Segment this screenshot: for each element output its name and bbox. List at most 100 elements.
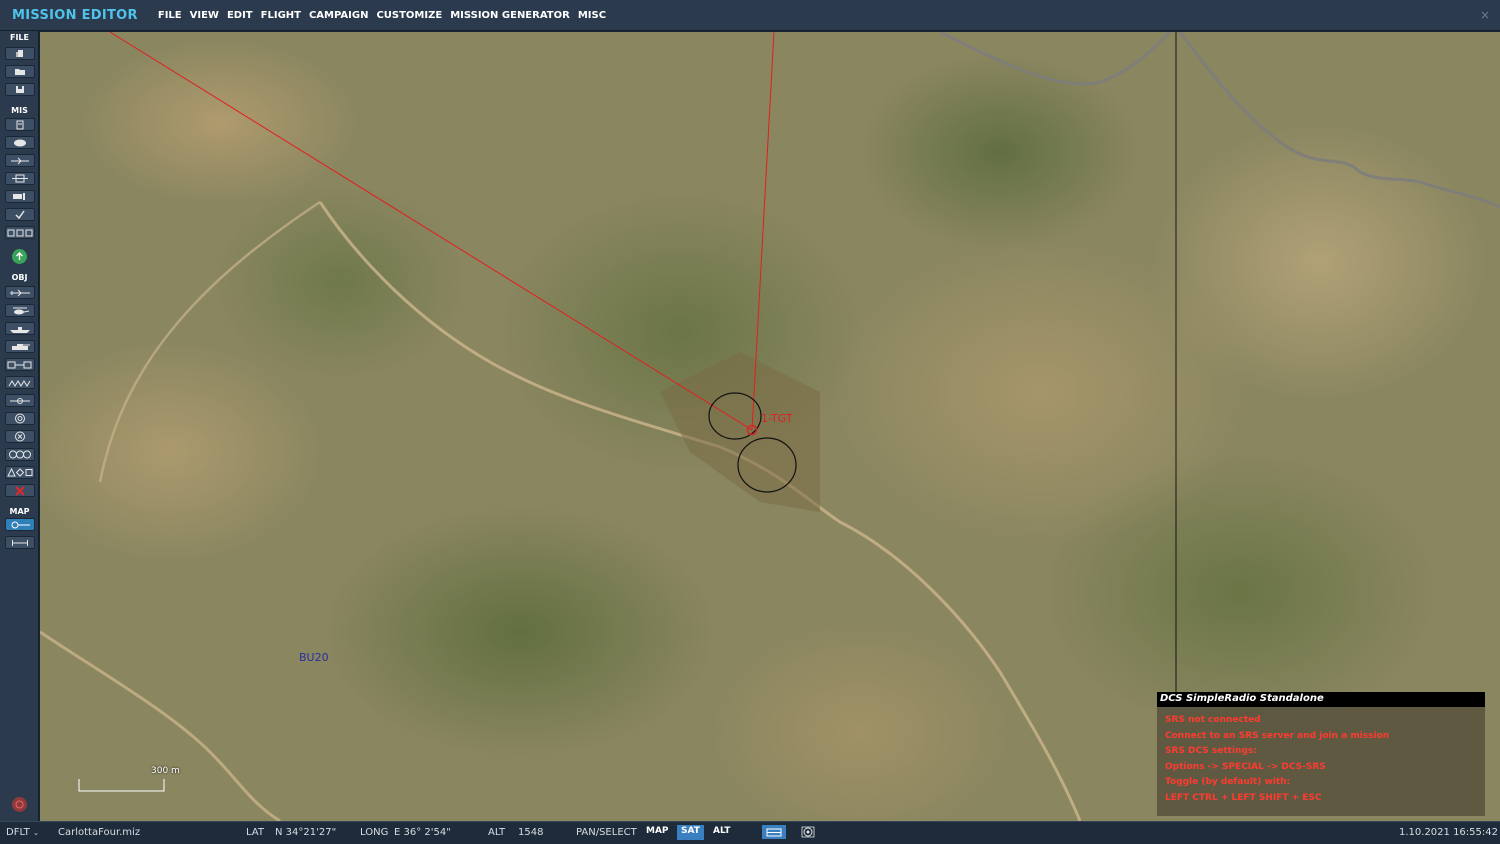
add-vehicle-button[interactable] <box>5 340 35 353</box>
menu-flight[interactable]: FLIGHT <box>261 10 301 21</box>
exit-editor-button[interactable] <box>12 797 27 812</box>
menu-misc[interactable]: MISC <box>578 10 606 21</box>
template-icon <box>7 468 33 477</box>
group-icon <box>9 450 31 459</box>
map-filter-button[interactable] <box>762 825 786 839</box>
map-filter-icon <box>766 828 782 836</box>
left-toolbar: FILE MIS OBJ MAP <box>0 31 39 821</box>
goals-icon <box>13 193 25 200</box>
scale-label: 300 m <box>151 766 180 776</box>
add-ship-button[interactable] <box>5 322 35 335</box>
section-label-map: MAP <box>9 507 30 516</box>
srs-line: SRS not connected <box>1165 715 1261 725</box>
road <box>40 630 281 821</box>
map-options-button[interactable] <box>5 518 35 531</box>
delete-icon <box>15 485 25 496</box>
menu-campaign[interactable]: CAMPAIGN <box>309 10 368 21</box>
save-mission-button[interactable] <box>5 83 35 96</box>
section-label-file: FILE <box>9 33 29 42</box>
save-mission-icon <box>16 86 24 93</box>
menu-edit[interactable]: EDIT <box>227 10 253 21</box>
weather-button[interactable] <box>5 136 35 149</box>
trigger-icon <box>12 174 28 183</box>
long-label: LONG <box>360 827 389 838</box>
flight-button[interactable] <box>5 154 35 167</box>
scale-bar <box>78 779 165 792</box>
map-layer-sat-button[interactable]: SAT <box>677 825 704 840</box>
close-icon[interactable]: × <box>1480 8 1490 22</box>
briefing-icon <box>16 120 24 129</box>
srs-line: LEFT CTRL + LEFT SHIFT + ESC <box>1165 792 1322 803</box>
open-mission-button[interactable] <box>5 65 35 78</box>
navpoint-icon <box>10 397 30 404</box>
resources-icon <box>7 229 33 236</box>
srs-line: SRS DCS settings: <box>1165 746 1257 757</box>
ruler-icon <box>12 539 28 546</box>
arrow-up-icon <box>16 252 23 260</box>
srs-line: Options -> SPECIAL -> DCS-SRS <box>1165 761 1326 772</box>
add-group-button[interactable] <box>5 448 35 461</box>
map-layer-map-button[interactable]: MAP <box>642 825 673 840</box>
long-value: E 36° 2'54" <box>394 827 451 838</box>
delete-zone-button[interactable] <box>5 430 35 443</box>
trigger-button[interactable] <box>5 172 35 185</box>
add-static-object-button[interactable] <box>5 358 35 371</box>
section-label-obj: OBJ <box>11 273 28 282</box>
menu-mission-generator[interactable]: MISSION GENERATOR <box>450 10 570 21</box>
village-area <box>660 352 820 512</box>
add-airplane-button[interactable] <box>5 286 35 299</box>
section-label-mis: MIS <box>11 106 28 115</box>
check-icon <box>15 210 25 219</box>
ship-icon <box>10 326 30 333</box>
vehicle-icon <box>12 343 30 350</box>
alt-label: ALT <box>488 827 506 838</box>
weather-icon <box>14 139 26 147</box>
time-settings-button[interactable] <box>796 825 820 839</box>
ruler-button[interactable] <box>5 536 35 549</box>
lat-label: LAT <box>246 827 264 838</box>
delete-zone-icon <box>15 431 25 442</box>
menu-view[interactable]: VIEW <box>190 10 219 21</box>
new-mission-button[interactable] <box>5 47 35 60</box>
target-label[interactable]: 1-TGT <box>761 412 793 425</box>
flight-icon <box>11 157 29 164</box>
add-navpoint-button[interactable] <box>5 394 35 407</box>
highway <box>1178 32 1500 209</box>
srs-line: Toggle (by default) with: <box>1165 777 1291 788</box>
open-mission-icon <box>15 69 25 75</box>
add-helicopter-button[interactable] <box>5 304 35 317</box>
gear-icon <box>801 826 815 838</box>
srs-panel-body: SRS not connected Connect to an SRS serv… <box>1157 707 1485 816</box>
check-button[interactable] <box>5 208 35 221</box>
static-object-icon <box>7 361 32 368</box>
goals-button[interactable] <box>5 190 35 203</box>
road <box>318 201 1082 821</box>
highway <box>939 32 1172 86</box>
resources-button[interactable] <box>5 226 35 239</box>
menu-file[interactable]: FILE <box>158 10 182 21</box>
profile-value: DFLT <box>6 827 30 838</box>
exit-icon <box>15 800 24 809</box>
status-bar: DFLT ⌄ CarlottaFour.miz LAT N 34°21'27" … <box>0 821 1500 844</box>
briefing-button[interactable] <box>5 118 35 131</box>
delete-button[interactable] <box>5 484 35 497</box>
airplane-icon <box>10 289 30 296</box>
map-option-icon <box>11 521 30 528</box>
srs-panel: DCS SimpleRadio Standalone SRS not conne… <box>1157 692 1485 816</box>
helicopter-icon <box>13 307 30 314</box>
route-line <box>109 32 753 431</box>
mode-label: PAN/SELECT <box>576 827 637 838</box>
map-layer-alt-button[interactable]: ALT <box>709 825 734 840</box>
profile-selector[interactable]: DFLT ⌄ <box>6 827 39 838</box>
chevron-down-icon: ⌄ <box>32 829 39 837</box>
add-trigger-zone-button[interactable] <box>5 376 35 389</box>
alt-value: 1548 <box>518 827 544 838</box>
add-target-button[interactable] <box>5 412 35 425</box>
target-icon <box>15 413 25 424</box>
unit-label[interactable]: BU20 <box>299 651 329 664</box>
mission-filename: CarlottaFour.miz <box>58 827 141 838</box>
srs-panel-title: DCS SimpleRadio Standalone <box>1157 692 1485 707</box>
encyclopedia-button[interactable] <box>12 249 27 264</box>
template-button[interactable] <box>5 466 35 479</box>
menu-customize[interactable]: CUSTOMIZE <box>376 10 442 21</box>
